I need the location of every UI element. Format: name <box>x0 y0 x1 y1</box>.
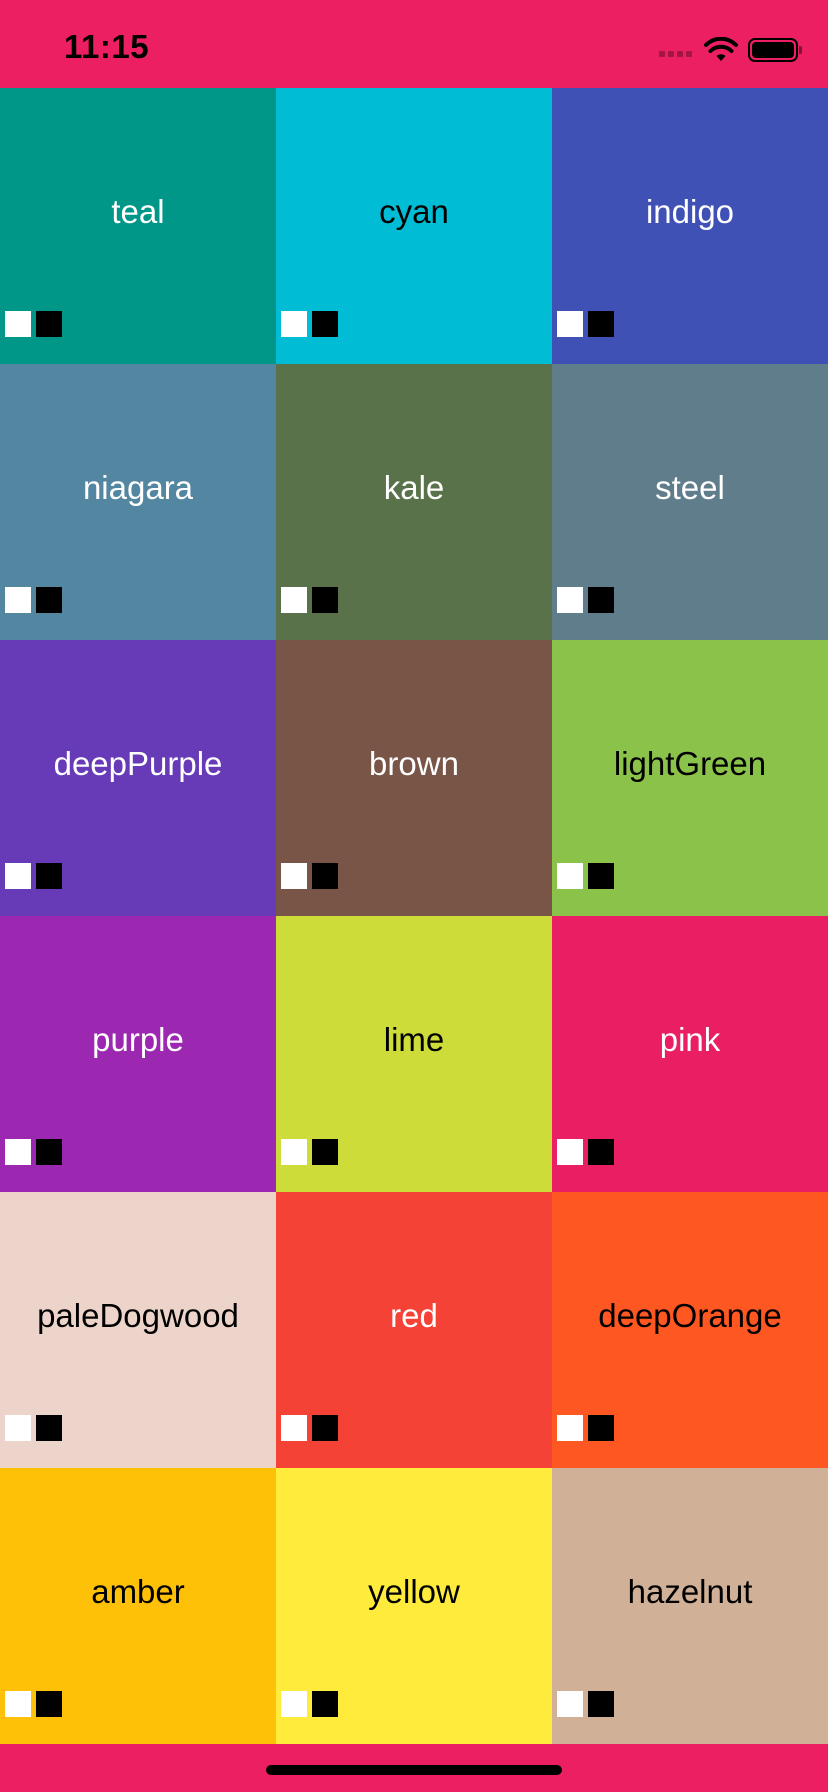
status-time: 11:15 <box>64 28 150 65</box>
white-swatch <box>557 1139 583 1165</box>
color-name-label: pink <box>659 1021 721 1058</box>
black-swatch <box>588 1691 614 1717</box>
color-tile-steel[interactable]: steel <box>552 364 828 640</box>
color-tile-yellow[interactable]: yellow <box>276 1468 552 1744</box>
color-name-label: lime <box>383 1021 445 1058</box>
color-name-label: purple <box>92 1021 184 1058</box>
black-swatch <box>588 1139 614 1165</box>
black-swatch <box>36 311 62 337</box>
white-swatch <box>5 863 31 889</box>
color-tile-lime[interactable]: lime <box>276 916 552 1192</box>
color-name-label: brown <box>369 745 459 782</box>
color-tile-cyan[interactable]: cyan <box>276 88 552 364</box>
black-swatch <box>312 1139 338 1165</box>
color-tile-hazelnut[interactable]: hazelnut <box>552 1468 828 1744</box>
white-swatch <box>557 1415 583 1441</box>
color-tile-kale[interactable]: kale <box>276 364 552 640</box>
app-screen: 11:15 teal cyan indigo niagara kale steel deep… <box>0 0 828 1792</box>
white-swatch <box>5 1139 31 1165</box>
black-swatch <box>312 1691 338 1717</box>
color-name-label: yellow <box>368 1573 460 1610</box>
white-swatch <box>557 1691 583 1717</box>
black-swatch <box>588 1415 614 1441</box>
black-swatch <box>588 863 614 889</box>
white-swatch <box>281 1139 307 1165</box>
home-indicator[interactable] <box>266 1765 562 1775</box>
color-name-label: hazelnut <box>627 1573 753 1610</box>
color-tile-red[interactable]: red <box>276 1192 552 1468</box>
color-name-label: paleDogwood <box>37 1297 239 1334</box>
white-swatch <box>281 1691 307 1717</box>
color-name-label: deepOrange <box>598 1297 782 1334</box>
white-swatch <box>557 863 583 889</box>
black-swatch <box>588 311 614 337</box>
wifi-icon <box>704 37 738 61</box>
color-name-label: indigo <box>645 193 735 230</box>
battery-icon <box>748 38 802 62</box>
cellular-signal-icon <box>659 43 692 57</box>
white-swatch <box>5 311 31 337</box>
color-name-label: amber <box>91 1573 185 1610</box>
color-name-label: cyan <box>379 193 449 230</box>
black-swatch <box>588 587 614 613</box>
black-swatch <box>36 587 62 613</box>
black-swatch <box>312 587 338 613</box>
white-swatch <box>281 587 307 613</box>
black-swatch <box>312 1415 338 1441</box>
color-tile-purple[interactable]: purple <box>0 916 276 1192</box>
black-swatch <box>312 311 338 337</box>
black-swatch <box>36 1691 62 1717</box>
status-bar: 11:15 <box>0 0 828 88</box>
color-tile-amber[interactable]: amber <box>0 1468 276 1744</box>
color-tile-paleDogwood[interactable]: paleDogwood <box>0 1192 276 1468</box>
color-tile-pink[interactable]: pink <box>552 916 828 1192</box>
white-swatch <box>557 311 583 337</box>
white-swatch <box>281 863 307 889</box>
black-swatch <box>312 863 338 889</box>
white-swatch <box>281 1415 307 1441</box>
color-tile-brown[interactable]: brown <box>276 640 552 916</box>
color-name-label: niagara <box>82 469 194 506</box>
color-name-label: steel <box>655 469 725 506</box>
color-tile-lightGreen[interactable]: lightGreen <box>552 640 828 916</box>
white-swatch <box>281 311 307 337</box>
color-name-label: red <box>390 1297 438 1334</box>
color-grid: teal cyan indigo niagara kale steel deepPurple… <box>0 88 828 1744</box>
color-name-label: teal <box>111 193 165 230</box>
color-name-label: kale <box>383 469 445 506</box>
white-swatch <box>5 587 31 613</box>
white-swatch <box>557 587 583 613</box>
color-name-label: lightGreen <box>613 745 767 782</box>
black-swatch <box>36 863 62 889</box>
color-tile-teal[interactable]: teal <box>0 88 276 364</box>
status-icons <box>659 36 802 64</box>
color-name-label: deepPurple <box>53 745 223 782</box>
white-swatch <box>5 1415 31 1441</box>
color-tile-deepPurple[interactable]: deepPurple <box>0 640 276 916</box>
black-swatch <box>36 1139 62 1165</box>
color-tile-indigo[interactable]: indigo <box>552 88 828 364</box>
color-tile-deepOrange[interactable]: deepOrange <box>552 1192 828 1468</box>
color-tile-niagara[interactable]: niagara <box>0 364 276 640</box>
white-swatch <box>5 1691 31 1717</box>
black-swatch <box>36 1415 62 1441</box>
